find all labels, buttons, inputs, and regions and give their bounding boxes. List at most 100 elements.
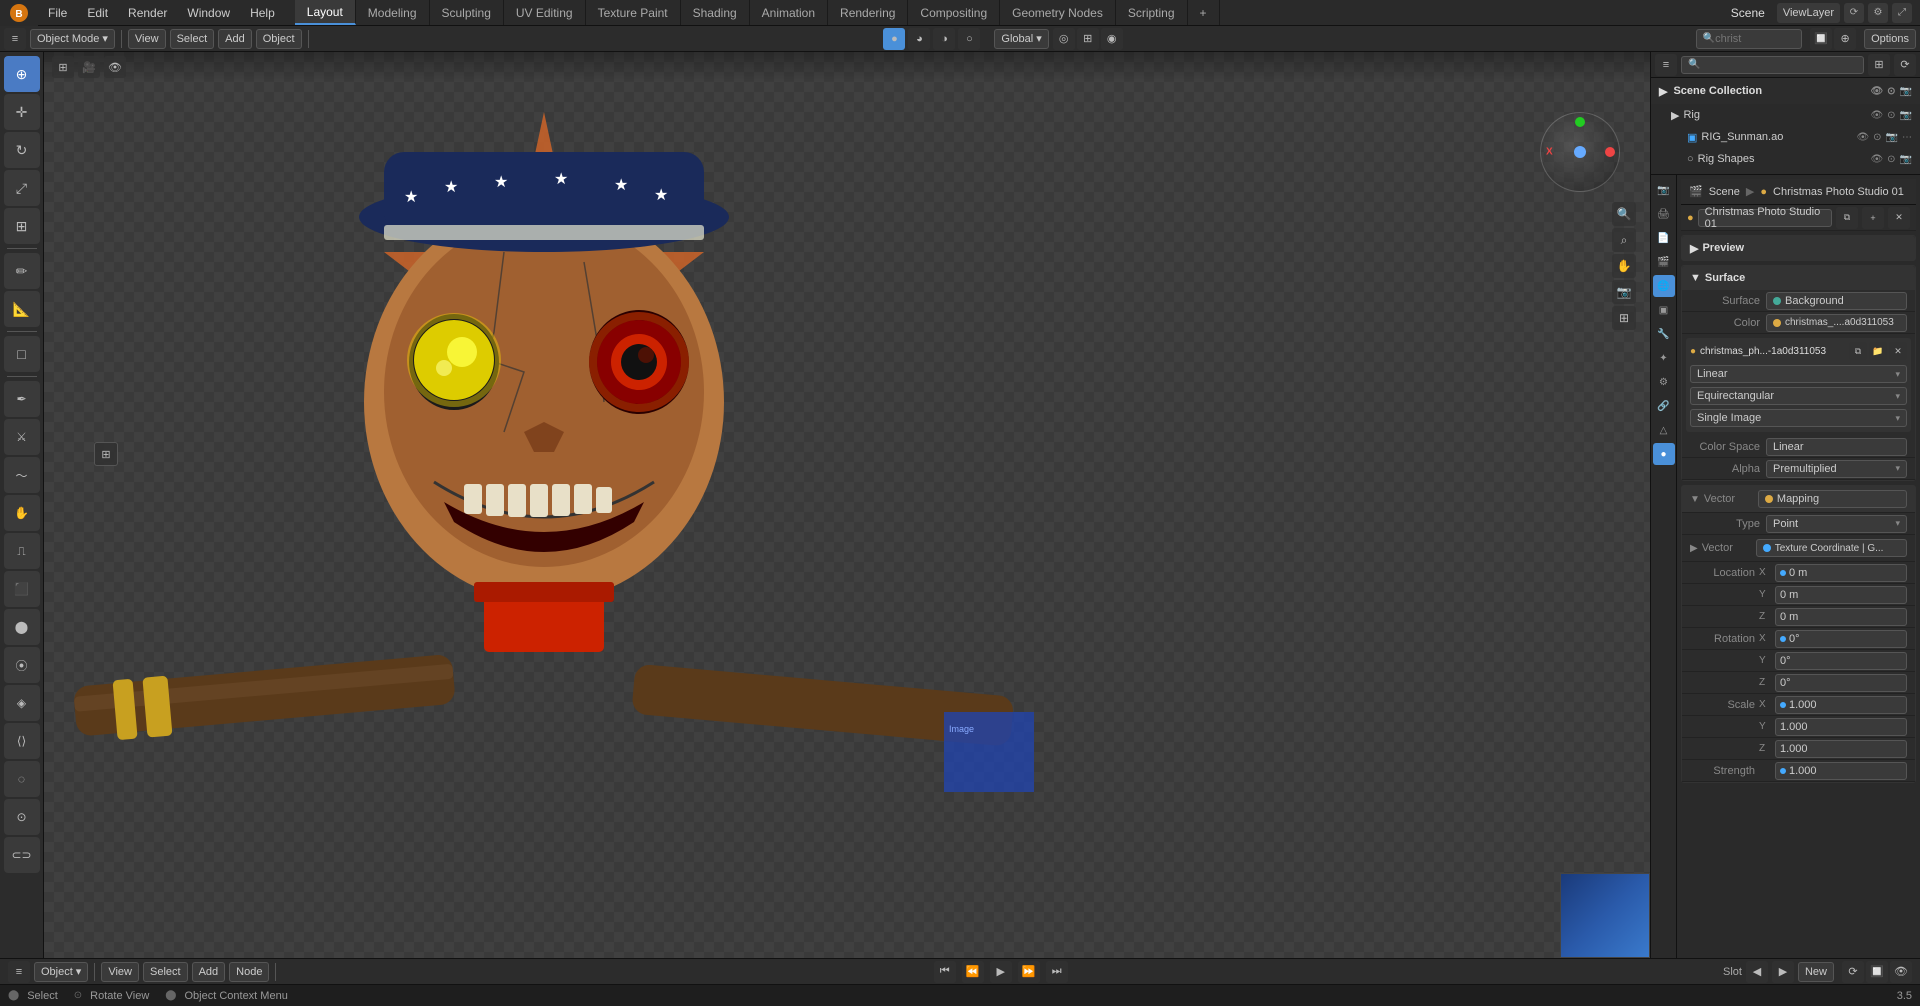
- rot-z-val[interactable]: 0°: [1775, 674, 1907, 692]
- timeline-prev-btn[interactable]: ⏪: [962, 961, 984, 983]
- tab-texture-paint[interactable]: Texture Paint: [586, 0, 681, 25]
- outliner-search[interactable]: 🔍: [1681, 56, 1864, 74]
- zoom-in-btn[interactable]: 🔍: [1612, 202, 1636, 226]
- timeline-start-btn[interactable]: ⏮: [934, 961, 956, 983]
- timeline-next-btn[interactable]: ⏩: [1018, 961, 1040, 983]
- tab-uv-editing[interactable]: UV Editing: [504, 0, 586, 25]
- rot-y-val[interactable]: 0°: [1775, 652, 1907, 670]
- pinch-tool-btn[interactable]: ⦿: [4, 647, 40, 683]
- rot-x-val[interactable]: 0°: [1775, 630, 1907, 648]
- collection-eye-icon[interactable]: 👁: [1870, 86, 1883, 97]
- rig-viewport[interactable]: ⊙: [1887, 110, 1895, 121]
- shapes-eye[interactable]: 👁: [1870, 154, 1883, 165]
- search-input[interactable]: [1715, 33, 1795, 45]
- viewport-shading-rendered[interactable]: ◑: [933, 28, 955, 50]
- tab-compositing[interactable]: Compositing: [908, 0, 1000, 25]
- menu-window[interactable]: Window: [177, 0, 240, 25]
- collection-rig[interactable]: ▶ Rig 👁 ⊙ 📷: [1651, 104, 1920, 126]
- shapes-viewport[interactable]: ⊙: [1887, 154, 1895, 165]
- timeline-end-btn[interactable]: ⏭: [1046, 961, 1068, 983]
- view-menu[interactable]: View: [128, 29, 166, 49]
- pan-btn[interactable]: ✋: [1612, 254, 1636, 278]
- outliner-sync-btn[interactable]: ⟳: [1894, 54, 1916, 76]
- fill-tool-btn[interactable]: ⬛: [4, 571, 40, 607]
- sunman-more[interactable]: ⋯: [1902, 132, 1912, 143]
- overlay-toggle[interactable]: 🔲: [1810, 28, 1832, 50]
- projection-dropdown[interactable]: Equirectangular ▾: [1690, 387, 1907, 405]
- interpolation-dropdown[interactable]: Linear ▾: [1690, 365, 1907, 383]
- snap-btn[interactable]: ⊞: [1077, 28, 1099, 50]
- fullscreen-icon[interactable]: ⤢: [1892, 3, 1912, 23]
- tab-add-workspace[interactable]: +: [1188, 0, 1220, 25]
- gizmo-toggle[interactable]: ⊕: [1834, 28, 1856, 50]
- type-value[interactable]: Point ▾: [1766, 515, 1907, 533]
- knife-tool-btn[interactable]: ⚔: [4, 419, 40, 455]
- scale-y-val[interactable]: 1.000: [1775, 718, 1907, 736]
- bottom-node[interactable]: Node: [229, 962, 269, 982]
- material-copy-btn[interactable]: ⧉: [1836, 207, 1858, 229]
- source-dropdown[interactable]: Single Image ▾: [1690, 409, 1907, 427]
- bottom-select[interactable]: Select: [143, 962, 188, 982]
- collection-rig-sunman[interactable]: ▣ RIG_Sunman.ao 👁 ⊙ 📷 ⋯: [1651, 126, 1920, 148]
- rig-eye[interactable]: 👁: [1870, 110, 1883, 121]
- vector-collapse-arrow[interactable]: ▼: [1690, 494, 1700, 505]
- preview-header[interactable]: ▶ Preview: [1682, 236, 1915, 260]
- zoom-out-btn[interactable]: ⌕: [1612, 228, 1636, 252]
- tab-sculpting[interactable]: Sculpting: [430, 0, 504, 25]
- measure-tool-btn[interactable]: 📐: [4, 291, 40, 327]
- menu-file[interactable]: File: [38, 0, 77, 25]
- tab-scripting[interactable]: Scripting: [1116, 0, 1188, 25]
- camera-view-btn[interactable]: 📷: [1612, 280, 1636, 304]
- collection-viewport-icon[interactable]: ⊙: [1887, 86, 1895, 97]
- tab-layout[interactable]: Layout: [295, 0, 356, 25]
- node-folder-btn[interactable]: 📁: [1869, 342, 1887, 360]
- cursor-tool-btn[interactable]: ⊕: [4, 56, 40, 92]
- add-object-btn[interactable]: □: [4, 336, 40, 372]
- output-props-btn[interactable]: 🖨: [1653, 203, 1675, 225]
- sync-icon[interactable]: ⟳: [1844, 3, 1864, 23]
- viewport-menu-btn[interactable]: ≡: [4, 28, 26, 50]
- material-close-btn[interactable]: ✕: [1888, 207, 1910, 229]
- material-props-btn[interactable]: ●: [1653, 443, 1675, 465]
- slot-next-btn[interactable]: ▶: [1772, 961, 1794, 983]
- material-name-field[interactable]: Christmas Photo Studio 01: [1698, 209, 1832, 227]
- scrape-tool-btn[interactable]: ⬤: [4, 609, 40, 645]
- gizmo-sphere[interactable]: X Y: [1540, 112, 1620, 192]
- mode-selector[interactable]: Object Mode ▾: [30, 29, 115, 49]
- data-props-btn[interactable]: △: [1653, 419, 1675, 441]
- world-props-btn[interactable]: 🌐: [1653, 275, 1675, 297]
- grid-toggle-btn[interactable]: ⊞: [1612, 306, 1636, 330]
- tab-modeling[interactable]: Modeling: [356, 0, 430, 25]
- modifier-props-btn[interactable]: 🔧: [1653, 323, 1675, 345]
- slot-prev-btn[interactable]: ◀: [1746, 961, 1768, 983]
- loc-y-val[interactable]: 0 m: [1775, 586, 1907, 604]
- move-tool-btn[interactable]: ✛: [4, 94, 40, 130]
- scene-collection-header[interactable]: ▶ Scene Collection 👁 ⊙ 📷: [1651, 78, 1920, 104]
- smooth-tool-btn[interactable]: 〜: [4, 457, 40, 493]
- bottom-add[interactable]: Add: [192, 962, 226, 982]
- new-btn[interactable]: New: [1798, 962, 1834, 982]
- menu-help[interactable]: Help: [240, 0, 285, 25]
- view-layer-btn[interactable]: ViewLayer: [1777, 3, 1840, 23]
- surface-type-value[interactable]: Background: [1766, 292, 1907, 310]
- node-copy-btn[interactable]: ⧉: [1849, 342, 1867, 360]
- snake-hook-btn[interactable]: ⟨⟩: [4, 723, 40, 759]
- viewport-type-btn[interactable]: ⊞: [52, 56, 74, 78]
- vector2-value[interactable]: Texture Coordinate | G...: [1756, 539, 1907, 557]
- overlay-bottom-btn[interactable]: 👁: [1890, 961, 1912, 983]
- bottom-mode-selector[interactable]: Object ▾: [34, 962, 88, 982]
- bottom-view[interactable]: View: [101, 962, 139, 982]
- scene-props-btn[interactable]: 🎬: [1653, 251, 1675, 273]
- proportional-btn[interactable]: ◉: [1101, 28, 1123, 50]
- sync-bottom-btn[interactable]: ⟳: [1842, 961, 1864, 983]
- vector2-collapse[interactable]: ▶: [1690, 543, 1698, 554]
- scale-x-val[interactable]: 1.000: [1775, 696, 1907, 714]
- view-bottom-btn[interactable]: 🔲: [1866, 961, 1888, 983]
- physics-props-btn[interactable]: ⚙: [1653, 371, 1675, 393]
- collection-rig-shapes[interactable]: ○ Rig Shapes 👁 ⊙ 📷: [1651, 148, 1920, 170]
- node-close-btn[interactable]: ✕: [1889, 342, 1907, 360]
- elastic-tool-btn[interactable]: ◈: [4, 685, 40, 721]
- timeline-play-btn[interactable]: ▶: [990, 961, 1012, 983]
- info-btn[interactable]: ⊞: [94, 442, 118, 466]
- pivot-point-btn[interactable]: ◎: [1053, 28, 1075, 50]
